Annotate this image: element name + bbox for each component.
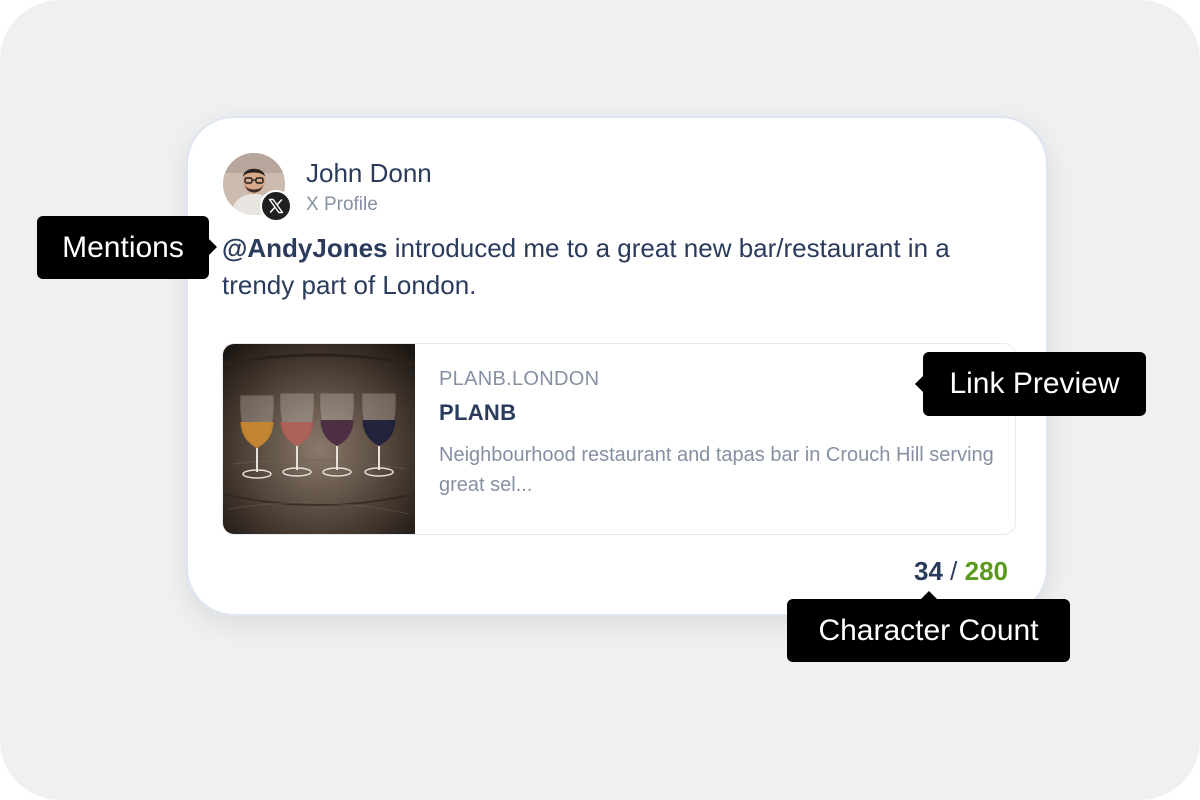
character-count-tooltip: Character Count: [787, 591, 1070, 662]
x-logo-icon: [260, 190, 292, 222]
author-name: John Donn: [306, 158, 432, 188]
post-text-editor[interactable]: @AndyJones introduced me to a great new …: [222, 230, 1012, 304]
tooltip-arrow-icon: [921, 591, 937, 599]
link-preview-tooltip-label: Link Preview: [949, 367, 1120, 400]
character-counter: 34 / 280: [914, 556, 1008, 587]
mention-tag[interactable]: @AndyJones: [222, 233, 388, 263]
link-preview-tooltip: Link Preview: [915, 352, 1146, 416]
wine-glasses-image: [223, 344, 416, 534]
tooltip-arrow-icon: [915, 376, 923, 392]
mentions-tooltip-label: Mentions: [62, 230, 184, 264]
link-preview-card[interactable]: PLANB.LONDON PLANB Neighbourhood restaur…: [222, 343, 1016, 535]
character-count-tooltip-label: Character Count: [818, 613, 1039, 647]
tooltip-arrow-icon: [209, 239, 217, 255]
character-count-separator: /: [942, 556, 965, 586]
background-canvas: John Donn X Profile @AndyJones introduce…: [0, 0, 1200, 800]
preview-domain: PLANB.LONDON: [439, 368, 600, 390]
mentions-tooltip: Mentions: [37, 216, 217, 279]
character-count-limit: 280: [964, 556, 1008, 586]
post-composer-card: John Donn X Profile @AndyJones introduce…: [186, 116, 1048, 616]
preview-title[interactable]: PLANB: [439, 400, 516, 426]
character-count-used: 34: [914, 556, 943, 586]
profile-type-label: X Profile: [306, 194, 378, 215]
preview-description: Neighbourhood restaurant and tapas bar i…: [439, 444, 994, 496]
